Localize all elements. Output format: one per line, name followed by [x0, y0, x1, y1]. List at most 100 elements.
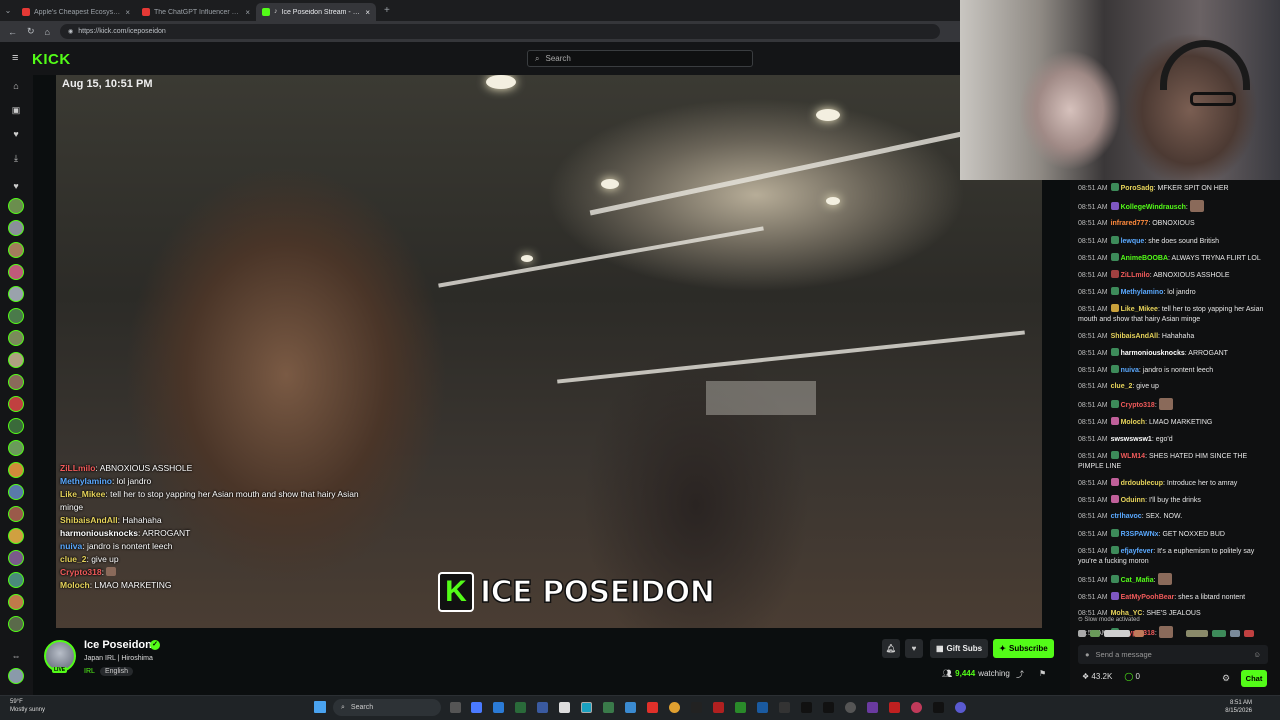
- speaker-icon[interactable]: ♪: [274, 8, 278, 16]
- emote-icon[interactable]: [1244, 629, 1254, 637]
- app-icon[interactable]: [801, 702, 812, 713]
- emote-icon[interactable]: [1148, 630, 1182, 637]
- channel-avatar[interactable]: [8, 440, 24, 456]
- send-chat-button[interactable]: Chat: [1241, 670, 1267, 687]
- chat-username[interactable]: nuiva: [1121, 367, 1139, 374]
- channel-avatar[interactable]: [8, 352, 24, 368]
- chat-username[interactable]: EatMyPoohBear: [1121, 594, 1175, 601]
- chat-username[interactable]: clue_2: [1111, 383, 1133, 390]
- points-display[interactable]: ❖ 43.2K: [1082, 672, 1112, 681]
- back-icon[interactable]: ←: [8, 27, 17, 37]
- app-icon[interactable]: [757, 702, 768, 713]
- search-input[interactable]: ⌕ Search: [527, 50, 753, 67]
- kick-logo[interactable]: KICK: [32, 51, 71, 68]
- channel-avatar[interactable]: [8, 550, 24, 566]
- user-avatar[interactable]: [8, 668, 24, 684]
- chat-username[interactable]: R3SPAWNx: [1121, 531, 1159, 538]
- chat-username[interactable]: drdoublecup: [1121, 480, 1163, 487]
- app-icon[interactable]: [933, 702, 944, 713]
- chat-username[interactable]: Oduinn: [1121, 497, 1146, 504]
- app-icon[interactable]: [669, 702, 680, 713]
- new-tab-icon[interactable]: +: [384, 5, 390, 16]
- chat-username[interactable]: efjayfever: [1121, 548, 1154, 555]
- channel-avatar[interactable]: [8, 572, 24, 588]
- url-field[interactable]: ◉ https://kick.com/iceposeidon: [59, 24, 940, 39]
- close-tab-icon[interactable]: ×: [365, 8, 370, 17]
- app-icon[interactable]: [823, 702, 834, 713]
- app-icon[interactable]: [845, 702, 856, 713]
- channel-avatar[interactable]: [8, 396, 24, 412]
- emote-icon[interactable]: [1134, 629, 1144, 637]
- chat-username[interactable]: Like_Mikee: [1121, 306, 1158, 313]
- chat-username[interactable]: Moloch: [1121, 419, 1146, 426]
- browser-tab[interactable]: Apple's Cheapest Ecosystem Brok ×: [16, 3, 136, 21]
- site-info-icon[interactable]: ◉: [68, 28, 73, 35]
- chat-username[interactable]: ShibaisAndAll: [1111, 333, 1158, 340]
- channel-avatar[interactable]: [8, 528, 24, 544]
- app-icon[interactable]: [691, 702, 702, 713]
- home-icon[interactable]: ⌂: [45, 27, 50, 37]
- app-icon[interactable]: [713, 702, 724, 713]
- app-icon[interactable]: [911, 702, 922, 713]
- app-icon[interactable]: [471, 702, 482, 713]
- channel-avatar[interactable]: [8, 286, 24, 302]
- channel-avatar[interactable]: [8, 594, 24, 610]
- chat-username[interactable]: KollegeWindrausch: [1121, 204, 1186, 211]
- home-icon[interactable]: ⌂: [11, 81, 21, 91]
- emote-icon[interactable]: [1078, 629, 1086, 637]
- chat-username[interactable]: WLM14: [1121, 453, 1146, 460]
- channel-avatar[interactable]: [8, 462, 24, 478]
- channel-avatar[interactable]: [8, 198, 24, 214]
- chat-username[interactable]: Methylamino: [1121, 289, 1164, 296]
- emote-bar[interactable]: [1078, 627, 1268, 639]
- channel-avatar[interactable]: [8, 506, 24, 522]
- app-icon[interactable]: [647, 702, 658, 713]
- channel-avatar[interactable]: [8, 220, 24, 236]
- subscribe-button[interactable]: ✦ Subscribe: [993, 639, 1054, 658]
- app-icon[interactable]: [955, 702, 966, 713]
- chat-username[interactable]: PoroSadg: [1121, 185, 1154, 192]
- emote-icon[interactable]: [1186, 629, 1208, 637]
- chat-username[interactable]: harmoniousknocks: [1121, 350, 1185, 357]
- follow-button[interactable]: ♥: [905, 639, 923, 658]
- notification-bell-button[interactable]: 🔔︎: [882, 639, 900, 658]
- chat-message-list[interactable]: 08:51 AM PoroSadg: MFKER SPIT ON HER 08:51…: [1078, 183, 1268, 645]
- reload-icon[interactable]: ↻: [27, 26, 35, 37]
- chat-username[interactable]: Cat_Mafia: [1121, 577, 1154, 584]
- chat-input[interactable]: ● Send a message ☺: [1078, 645, 1268, 664]
- chat-username[interactable]: AnimeBOOBA: [1121, 255, 1168, 262]
- taskbar-search[interactable]: ⌕ Search: [333, 699, 441, 716]
- menu-icon[interactable]: ≡: [12, 52, 18, 64]
- share-icon[interactable]: ⤴: [1016, 669, 1024, 680]
- emote-icon[interactable]: [1104, 629, 1130, 637]
- emote-icon[interactable]: [1230, 629, 1240, 637]
- channel-avatar[interactable]: [8, 374, 24, 390]
- taskbar-clock[interactable]: 8:51 AM 8/15/2026: [1212, 699, 1252, 715]
- streamer-name[interactable]: Ice Poseidon: [84, 639, 152, 651]
- channel-avatar[interactable]: [8, 264, 24, 280]
- language-tag[interactable]: English: [100, 667, 133, 676]
- browser-tab[interactable]: The ChatGPT Influencer Trip Just ×: [136, 3, 256, 21]
- chat-settings-gear-icon[interactable]: ⚙: [1222, 673, 1230, 684]
- app-icon[interactable]: [603, 702, 614, 713]
- close-tab-icon[interactable]: ×: [245, 8, 250, 17]
- collapse-sidebar-icon[interactable]: ⇔: [11, 651, 21, 661]
- chat-username[interactable]: infrared777: [1111, 220, 1149, 227]
- channel-avatar[interactable]: [8, 418, 24, 434]
- report-icon[interactable]: ⚑: [1039, 669, 1046, 678]
- browse-icon[interactable]: ▣: [11, 105, 21, 115]
- other-counter[interactable]: ◯ 0: [1124, 672, 1140, 681]
- chat-username[interactable]: ZiLLmilo: [1121, 272, 1150, 279]
- app-icon[interactable]: [735, 702, 746, 713]
- emote-icon[interactable]: [1090, 629, 1100, 637]
- chat-username[interactable]: swswswsw1: [1111, 436, 1152, 443]
- app-icon[interactable]: [867, 702, 878, 713]
- browser-app-icon[interactable]: [581, 702, 592, 713]
- weather-widget[interactable]: 59°F Mostly sunny: [10, 698, 45, 714]
- app-icon[interactable]: [559, 702, 570, 713]
- channel-avatar[interactable]: [8, 330, 24, 346]
- emoji-icon[interactable]: ☺: [1253, 650, 1261, 659]
- emote-icon[interactable]: [1212, 629, 1226, 637]
- channel-avatar[interactable]: [8, 242, 24, 258]
- close-tab-icon[interactable]: ×: [125, 8, 130, 17]
